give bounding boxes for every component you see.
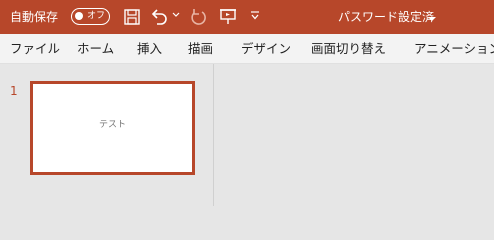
slide-thumbnail-text: テスト — [98, 120, 126, 130]
undo-icon[interactable] — [150, 8, 170, 26]
tab-home[interactable]: ホーム — [77, 41, 114, 57]
tab-insert[interactable]: 挿入 — [137, 41, 162, 57]
autosave-label: 自動保存 — [10, 10, 59, 24]
slide-number: 1 — [10, 84, 18, 98]
save-icon[interactable] — [123, 8, 141, 26]
title-bar: 自動保存 オフ パスワード設定済 — [0, 0, 494, 34]
chevron-down-icon[interactable] — [427, 10, 437, 29]
tab-draw[interactable]: 描画 — [188, 41, 213, 57]
redo-icon[interactable] — [188, 8, 208, 26]
tab-file[interactable]: ファイル — [10, 41, 60, 57]
tab-design[interactable]: デザイン — [241, 41, 291, 57]
tab-transitions[interactable]: 画面切り替え — [311, 41, 386, 57]
autosave-toggle[interactable]: オフ — [71, 8, 110, 25]
slide-editing-area[interactable] — [215, 64, 494, 206]
slide-thumbnail[interactable]: テスト — [30, 81, 195, 175]
slide-thumbnail-pane: 1 テスト — [0, 64, 214, 206]
document-title[interactable]: パスワード設定済 — [338, 9, 434, 25]
present-icon[interactable] — [219, 8, 237, 26]
ribbon-tabs: ファイル ホーム 挿入 描画 デザイン 画面切り替え アニメーション — [0, 34, 494, 64]
toggle-knob — [75, 12, 83, 20]
autosave-state: オフ — [87, 11, 106, 21]
tab-animations[interactable]: アニメーション — [414, 41, 494, 57]
undo-dropdown-icon[interactable] — [172, 11, 180, 29]
customize-qat-icon[interactable] — [250, 10, 260, 28]
